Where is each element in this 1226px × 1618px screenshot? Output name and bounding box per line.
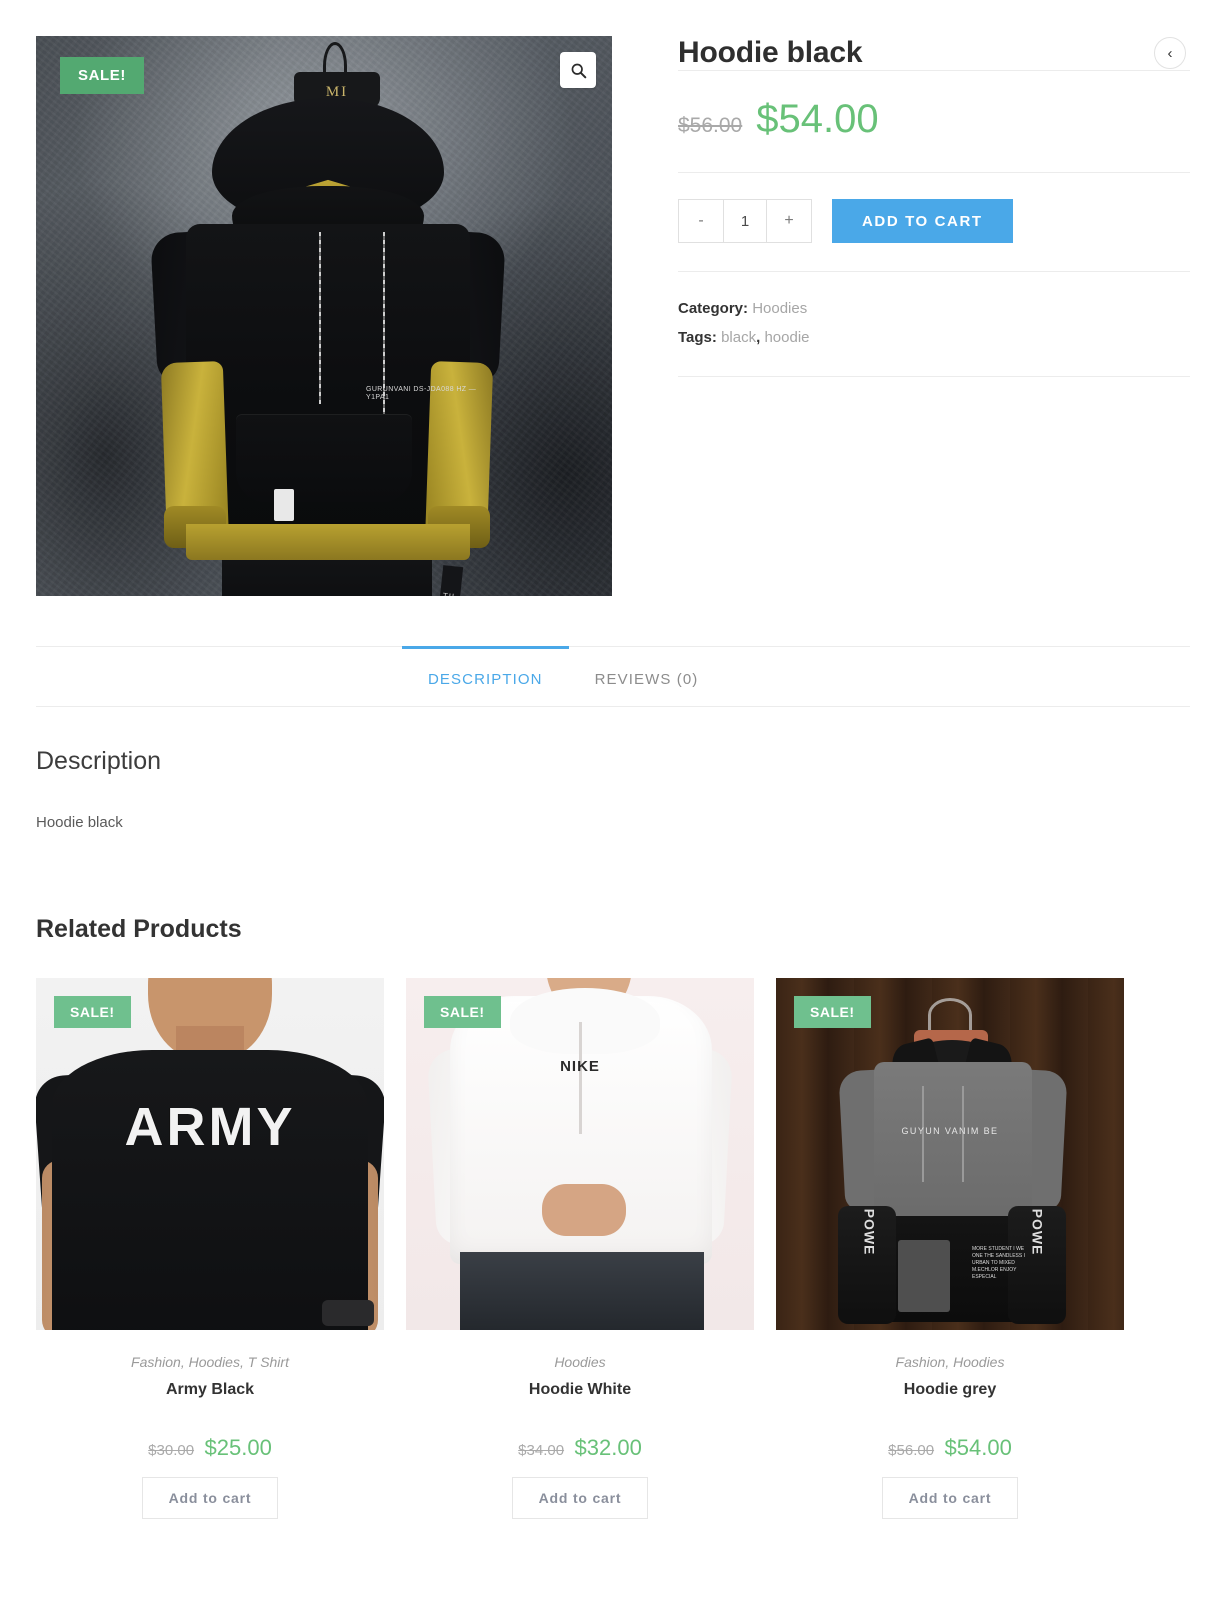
product-details: Hoodie black ‹ $56.00 $54.00 - 1 + ADD T… (612, 36, 1190, 596)
tag-separator: , (756, 329, 761, 346)
tee-body (52, 1050, 368, 1330)
divider (678, 376, 1190, 377)
price-sale: $54.00 (756, 97, 879, 141)
tee-print-text: ARMY (124, 1097, 296, 1157)
product-card-price: $30.00 $25.00 (36, 1435, 384, 1461)
model-wristband (322, 1300, 374, 1326)
sale-badge: SALE! (54, 996, 131, 1028)
grey-hoodie-artwork: GUYUN VANIM BE POWE POWE MORE STUDENT I … (776, 978, 1124, 1330)
price-original: $56.00 (678, 114, 743, 137)
product-card-image[interactable]: GUYUN VANIM BE POWE POWE MORE STUDENT I … (776, 978, 1124, 1330)
product-card-categories[interactable]: Fashion, Hoodies (776, 1354, 1124, 1370)
tag-black[interactable]: black (721, 329, 756, 346)
product-card-title[interactable]: Army Black (36, 1381, 384, 1399)
add-to-cart-button[interactable]: Add to cart (141, 1477, 279, 1519)
price-original: $34.00 (518, 1442, 565, 1459)
chevron-left-icon: ‹ (1167, 44, 1173, 62)
product-page: SALE! MI GURUNVANI DS-JDA088 HZ — Y1PA1 … (0, 0, 1226, 1618)
product-tabs: DESCRIPTION REVIEWS (0) (36, 646, 1190, 707)
hanger-hook (928, 998, 972, 1032)
previous-product-button[interactable]: ‹ (1154, 37, 1186, 69)
hoodie-pocket (898, 1240, 950, 1312)
hoodie-zipper (579, 1022, 582, 1134)
quantity-increment-button[interactable]: + (767, 200, 811, 242)
description-panel: Description Hoodie black (0, 707, 1226, 831)
product-meta: Category: Hoodies Tags: black, hoodie (678, 272, 1190, 376)
category-row: Category: Hoodies (678, 294, 1190, 323)
add-to-cart-button[interactable]: Add to cart (881, 1477, 1019, 1519)
price-original: $30.00 (148, 1442, 195, 1459)
hoodie-tag (274, 489, 294, 521)
add-to-cart-button[interactable]: ADD TO CART (832, 199, 1013, 243)
product-card[interactable]: ARMY SALE! Fashion, Hoodies, T Shirt Arm… (36, 978, 384, 1519)
product-card-price: $56.00 $54.00 (776, 1435, 1124, 1461)
product-main-image[interactable]: MI GURUNVANI DS-JDA088 HZ — Y1PA1 TIL (36, 36, 612, 596)
quantity-stepper[interactable]: - 1 + (678, 199, 812, 243)
product-card-categories[interactable]: Fashion, Hoodies, T Shirt (36, 1354, 384, 1370)
tags-row: Tags: black, hoodie (678, 323, 1190, 352)
sale-badge: SALE! (794, 996, 871, 1028)
price-original: $56.00 (888, 1442, 935, 1459)
add-to-cart-button[interactable]: Add to cart (511, 1477, 649, 1519)
price-row: $56.00 $54.00 (678, 71, 1190, 172)
related-products-section: Related Products ARMY SALE! Fashion, Hoo… (0, 831, 1226, 1519)
related-products-grid: ARMY SALE! Fashion, Hoodies, T Shirt Arm… (36, 978, 1190, 1519)
related-products-heading: Related Products (36, 915, 242, 943)
product-card-action: Add to cart (776, 1477, 1124, 1519)
model-hands (542, 1184, 626, 1236)
description-body: Hoodie black (36, 814, 123, 831)
title-row: Hoodie black ‹ (678, 36, 1190, 70)
product-card-title[interactable]: Hoodie White (406, 1381, 754, 1399)
search-icon (571, 63, 586, 78)
hoodie-upper-body (874, 1062, 1032, 1234)
product-card[interactable]: NIKE SALE! Hoodies Hoodie White $34.00 $… (406, 978, 754, 1519)
tab-list: DESCRIPTION REVIEWS (0) (36, 646, 1190, 706)
hoodie-hood (510, 988, 660, 1054)
quantity-decrement-button[interactable]: - (679, 200, 723, 242)
category-label: Category: (678, 300, 749, 317)
product-summary-section: SALE! MI GURUNVANI DS-JDA088 HZ — Y1PA1 … (0, 0, 1226, 596)
product-card-categories[interactable]: Hoodies (406, 1354, 754, 1370)
drawstring-left (319, 232, 321, 404)
product-card-action: Add to cart (406, 1477, 754, 1519)
army-tee-artwork: ARMY (36, 978, 384, 1330)
price-sale: $25.00 (204, 1435, 272, 1460)
product-gallery: SALE! MI GURUNVANI DS-JDA088 HZ — Y1PA1 (36, 36, 612, 596)
model-pants (460, 1252, 704, 1330)
hoodie-fine-print: MORE STUDENT I WE ONE THE SANDLESS I URB… (972, 1246, 1025, 1280)
hoodie-chest-logo: NIKE (560, 1058, 600, 1075)
category-value[interactable]: Hoodies (752, 300, 807, 317)
hoodie-chest-print: GURUNVANI DS-JDA088 HZ — Y1PA1 (366, 386, 477, 401)
hoodie-chest-print: GUYUN VANIM BE (901, 1126, 999, 1136)
hoodie-hem (186, 524, 470, 560)
tags-label: Tags: (678, 329, 717, 346)
sale-badge: SALE! (60, 57, 144, 94)
product-card-image[interactable]: ARMY SALE! (36, 978, 384, 1330)
product-card-image[interactable]: NIKE SALE! (406, 978, 754, 1330)
tag-hoodie[interactable]: hoodie (764, 329, 809, 346)
quantity-input[interactable]: 1 (723, 200, 767, 242)
image-zoom-button[interactable] (560, 52, 596, 88)
product-card-action: Add to cart (36, 1477, 384, 1519)
tab-reviews[interactable]: REVIEWS (0) (569, 646, 725, 706)
sleeve-print-left: POWE (861, 1208, 878, 1256)
price-sale: $32.00 (574, 1435, 642, 1460)
tab-description[interactable]: DESCRIPTION (402, 646, 569, 706)
cart-row: - 1 + ADD TO CART (678, 173, 1190, 271)
product-card[interactable]: GUYUN VANIM BE POWE POWE MORE STUDENT I … (776, 978, 1124, 1519)
page-title: Hoodie black (678, 36, 863, 69)
sale-badge: SALE! (424, 996, 501, 1028)
white-hoodie-artwork: NIKE (406, 978, 754, 1330)
product-card-price: $34.00 $32.00 (406, 1435, 754, 1461)
product-card-title[interactable]: Hoodie grey (776, 1381, 1124, 1399)
description-heading: Description (36, 747, 162, 775)
hoodie-pocket (236, 414, 412, 502)
price-sale: $54.00 (944, 1435, 1012, 1460)
